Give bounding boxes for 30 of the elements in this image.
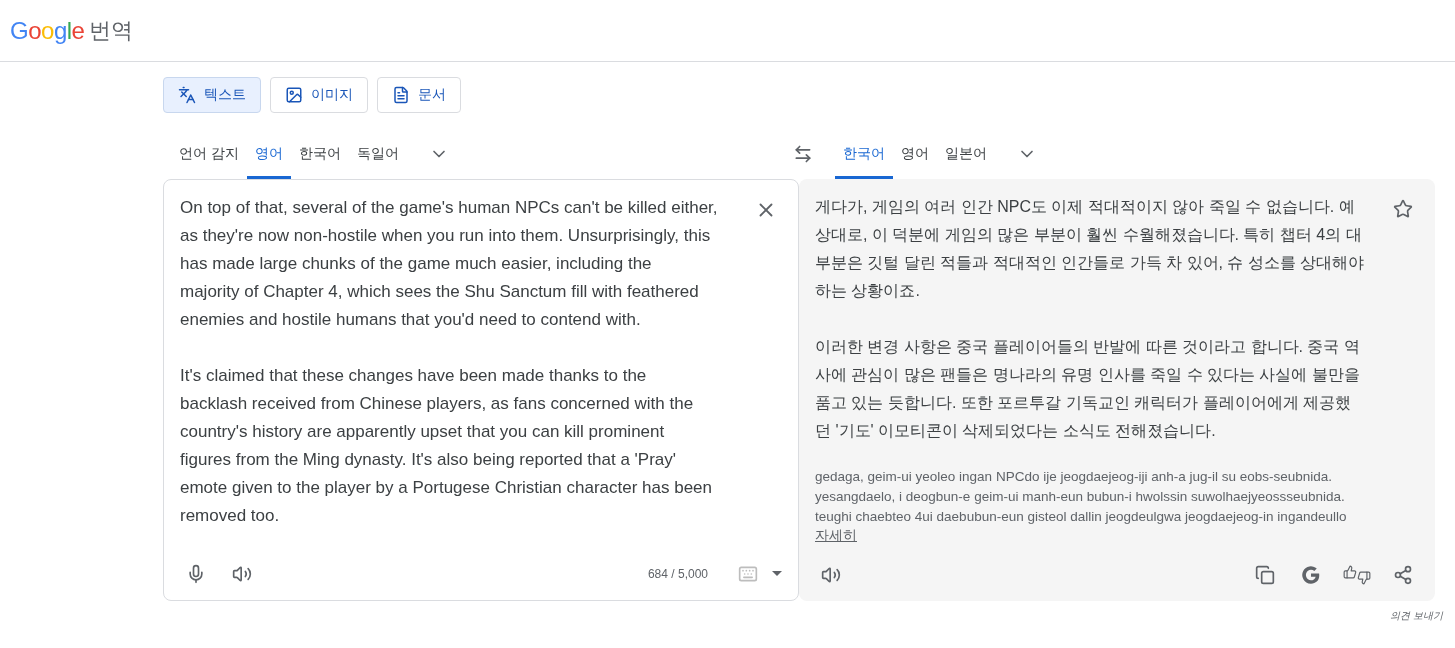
- source-text[interactable]: On top of that, several of the game's human NPCs can't be killed either, as they're now non-hostile when you run into them. Unsurprisingly, this has made large chunks of the game much easier, including the majority of Chapter 4, which sees the Shu Sanctum fill with feathered enemies and hostile humans that you'd need to contend with. It's claimed that these changes have been made thanks to the backlash received from Chinese players, as fans concerned with the country's history are apparently upset that you can kill prominent figures from the Ming dynasty. It's also being reported that a 'Pray' emote given to the player by a Portugese Christian character has been removed too.: [180, 194, 718, 530]
- mode-button[interactable]: 텍스트: [163, 77, 261, 113]
- speaker-icon: [821, 565, 841, 585]
- language-tab[interactable]: 영어: [893, 129, 937, 179]
- app-title: 번역: [89, 16, 134, 45]
- share-icon: [1393, 565, 1413, 585]
- translate-icon: [178, 86, 196, 104]
- microphone-icon: [186, 564, 206, 584]
- more-link[interactable]: 자세히: [815, 527, 857, 545]
- mode-button[interactable]: 이미지: [270, 77, 368, 113]
- caret-icon[interactable]: [772, 571, 782, 577]
- document-icon: [392, 86, 410, 104]
- language-tab[interactable]: 독일어: [348, 129, 407, 179]
- copy-icon: [1255, 565, 1275, 585]
- star-icon: [1393, 199, 1413, 219]
- google-logo: Google: [10, 16, 85, 45]
- language-tab[interactable]: 언어 감지: [171, 129, 247, 179]
- language-tab[interactable]: 영어: [246, 129, 291, 179]
- speaker-icon: [232, 564, 252, 584]
- image-icon: [285, 86, 303, 104]
- feedback-link[interactable]: 의견 보내기: [1390, 609, 1443, 623]
- mode-button[interactable]: 문서: [377, 77, 461, 113]
- translated-text: 게다가, 게임의 여러 인간 NPC도 이제 적대적이지 않아 죽일 수 없습니다. 예 상대로, 이 덕분에 게임의 많은 부분이 훨씬 수월해졌습니다. 특히 챕터 4의 대 부분은 깃털 달린 적들과 적대적인 인간들로 가득 차 있어, 슈 성소를 상대해야 하는 상황이죠. 이러한 변경 사항은 중국 플레이어들의 반발에 따른 것이라고 합니다. 중국 역 사에 관심이 많은 팬들은 명나라의 유명 인사를 죽일 수 있다는 사실에 불만을 품고 있는 듯합니다. 또한 포르투갈 기독교인 캐릭터가 플레이어에게 제공했 던 '기도' 이모티콘이 삭제되었다는 소식도 전해졌습니다.: [815, 197, 1365, 441]
- thumbs-icon: [1343, 565, 1371, 585]
- g-icon: [1300, 564, 1322, 586]
- swap-icon: [793, 144, 813, 164]
- language-tab[interactable]: 일본어: [937, 129, 995, 179]
- romanization-text: gedaga, geim-ui yeoleo ingan NPCdo ije jeogdaejeog-iji anh-a jug-il su eobs-seubnida. yesangdaelo, i deogbun-e geim-ui manh-eun bubun-i hwolssin suwolhaejyeossseubnida. teughi chaebteo 4ui daebubun-eun gisteol dallin jeogdeulgwa jeogdaejeog-in ingandeullo: [815, 468, 1348, 526]
- language-tab[interactable]: 한국어: [290, 129, 349, 179]
- character-counter: 684 / 5,000: [647, 567, 708, 581]
